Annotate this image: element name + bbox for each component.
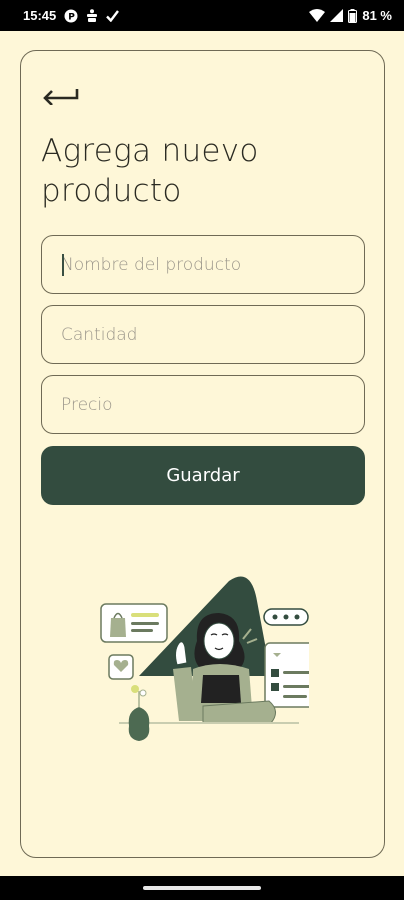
back-arrow-icon [43, 89, 79, 106]
p-icon: P [64, 9, 78, 23]
status-time: 15:45 [23, 8, 57, 23]
person-face [203, 622, 235, 660]
status-bar: 15:45 P 81 % [0, 0, 404, 31]
battery-icon [348, 8, 358, 23]
product-name-field[interactable] [41, 235, 365, 294]
home-gesture-handle[interactable] [143, 886, 261, 890]
quantity-input[interactable] [61, 324, 364, 345]
add-product-card: Agrega nuevo producto Guardar [20, 50, 385, 858]
quantity-field[interactable] [41, 305, 365, 364]
signal-icon [330, 9, 344, 22]
navigation-bar [0, 876, 404, 900]
page-title: Agrega nuevo producto [41, 133, 259, 209]
accessibility-icon [86, 8, 98, 23]
battery-level: 81 % [362, 8, 392, 23]
plant-pot [128, 707, 150, 741]
product-name-input[interactable] [61, 254, 364, 275]
back-button[interactable] [43, 83, 81, 106]
product-illustration [100, 576, 309, 741]
text-caret [62, 254, 64, 276]
save-button[interactable]: Guardar [41, 446, 365, 505]
check-icon [106, 9, 120, 22]
svg-text:P: P [69, 12, 76, 22]
price-input[interactable] [61, 394, 364, 415]
wifi-icon [309, 9, 326, 22]
price-field[interactable] [41, 375, 365, 434]
